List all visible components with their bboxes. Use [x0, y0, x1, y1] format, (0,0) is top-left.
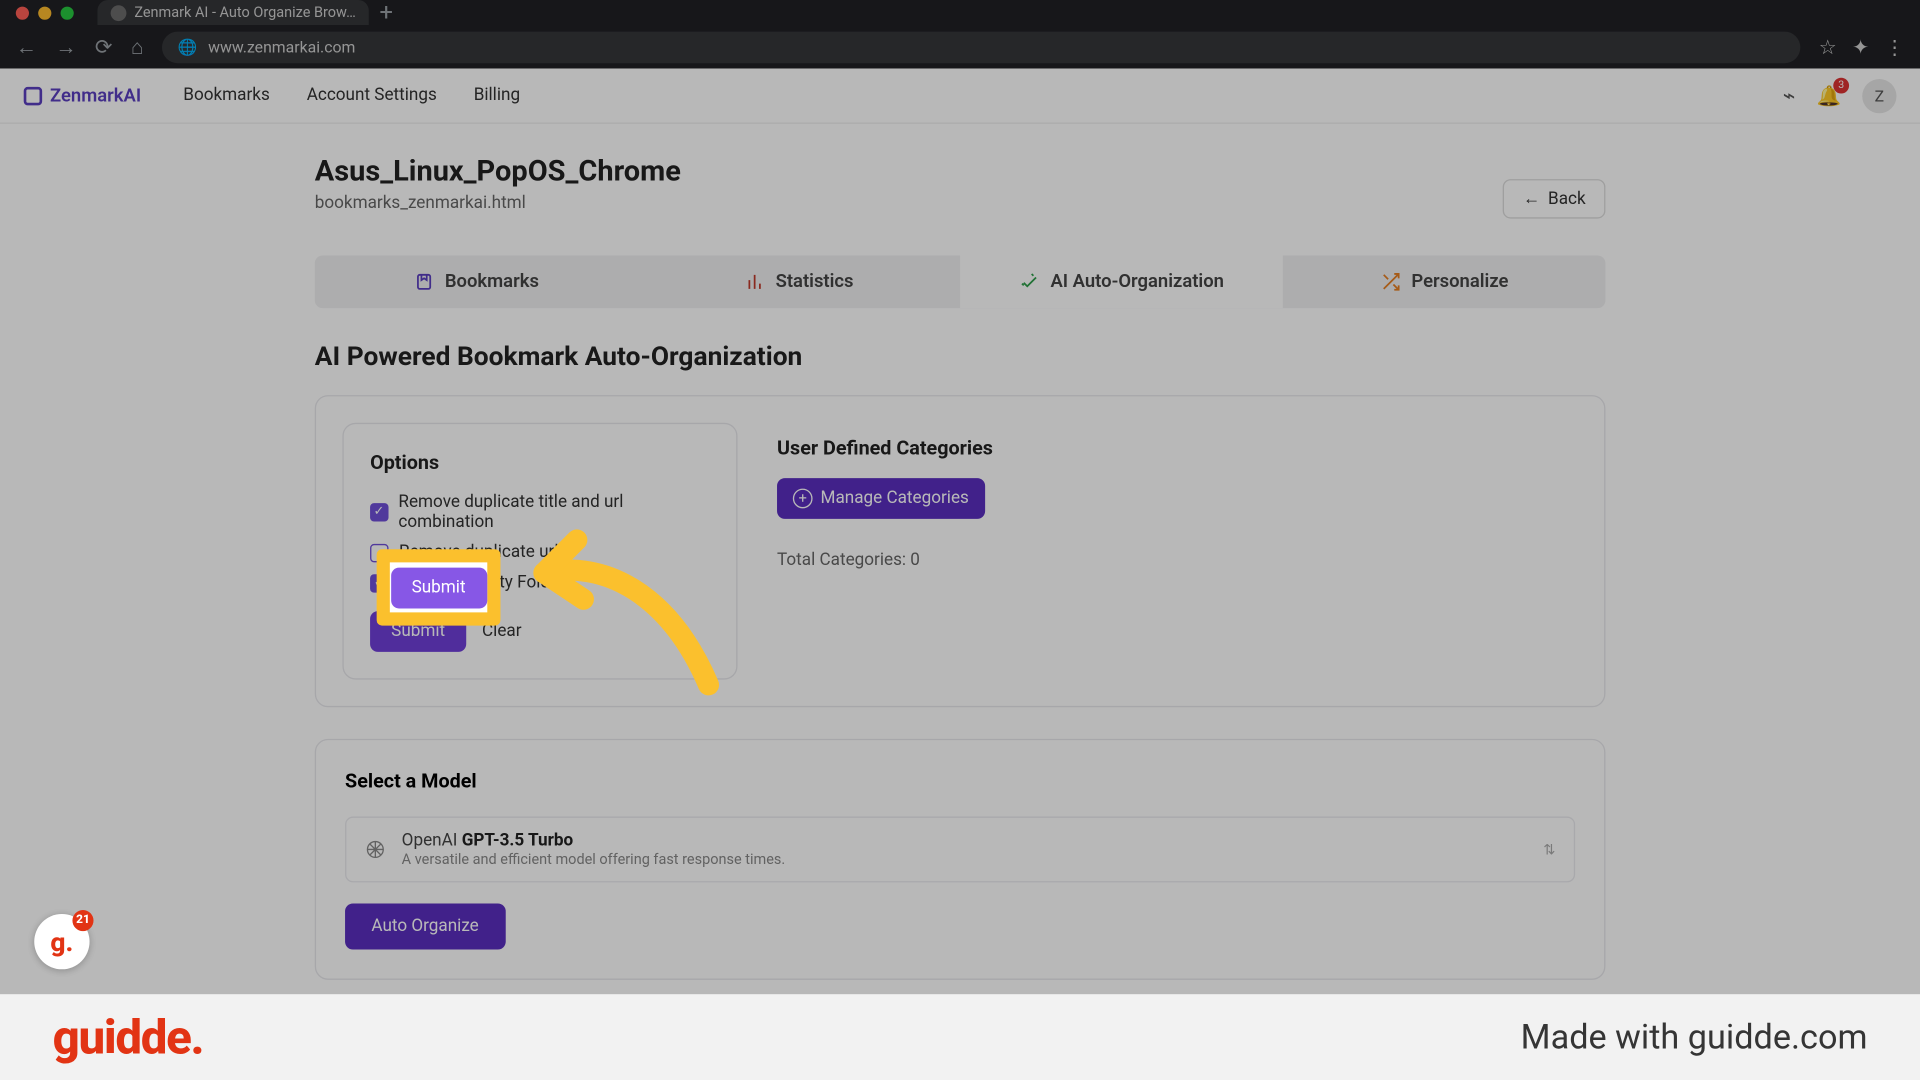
tab-statistics-label: Statistics — [776, 271, 854, 292]
sparkle-icon — [1019, 271, 1040, 292]
forward-icon[interactable]: → — [55, 34, 76, 60]
content-tabs: Bookmarks Statistics AI Auto-Organizatio… — [315, 255, 1606, 308]
guidde-g-icon: g. — [50, 926, 73, 958]
brand-mark-icon — [24, 86, 42, 104]
tab-ai-auto-organization[interactable]: AI Auto-Organization — [960, 255, 1283, 308]
model-heading: Select a Model — [345, 769, 1575, 793]
tab-ai-auto-label: AI Auto-Organization — [1050, 271, 1223, 292]
model-card: Select a Model OpenAI GPT-3.5 Turbo A ve… — [315, 739, 1606, 980]
guidde-footer: guidde. Made with guidde.com — [0, 994, 1920, 1080]
tutorial-arrow-icon — [511, 514, 722, 698]
brand-logo[interactable]: ZenmarkAI — [24, 85, 141, 106]
top-nav: Bookmarks Account Settings Billing — [183, 86, 520, 106]
tab-bookmarks-label: Bookmarks — [445, 271, 539, 292]
close-window-icon[interactable] — [16, 6, 29, 19]
browser-chrome: Zenmark AI - Auto Organize Brow… + ← → ⟳… — [0, 0, 1920, 68]
guidde-badge-count: 21 — [72, 910, 93, 931]
section-title: AI Powered Bookmark Auto-Organization — [315, 340, 1606, 372]
openai-icon — [365, 839, 386, 860]
total-categories-text: Total Categories: 0 — [777, 551, 1565, 571]
bookmark-star-icon[interactable]: ☆ — [1819, 35, 1837, 59]
back-button[interactable]: ← Back — [1503, 179, 1605, 219]
shuffle-icon — [1380, 271, 1401, 292]
tab-bookmarks[interactable]: Bookmarks — [315, 255, 638, 308]
guidde-logo: guidde. — [53, 1009, 204, 1064]
minimize-window-icon[interactable] — [38, 6, 51, 19]
home-icon[interactable]: ⌂ — [131, 34, 144, 60]
model-select[interactable]: OpenAI GPT-3.5 Turbo A versatile and eff… — [345, 817, 1575, 883]
back-icon[interactable]: ← — [16, 34, 37, 60]
url-text: www.zenmarkai.com — [208, 38, 355, 56]
manage-categories-label: Manage Categories — [820, 489, 968, 509]
bookmark-icon — [413, 271, 434, 292]
options-heading: Options — [370, 450, 710, 474]
new-tab-button[interactable]: + — [379, 0, 392, 26]
favicon-icon — [111, 5, 127, 21]
extensions-icon[interactable]: ✦ — [1852, 35, 1869, 59]
avatar[interactable]: Z — [1862, 78, 1896, 112]
brand-name: ZenmarkAI — [50, 85, 141, 106]
tab-strip: Zenmark AI - Auto Organize Brow… + — [0, 0, 1920, 25]
app-header: ZenmarkAI Bookmarks Account Settings Bil… — [0, 68, 1920, 123]
tab-statistics[interactable]: Statistics — [637, 255, 960, 308]
tab-personalize-label: Personalize — [1411, 271, 1508, 292]
arrow-left-icon: ← — [1523, 188, 1540, 209]
maximize-window-icon[interactable] — [61, 6, 74, 19]
tutorial-highlight: Submit — [377, 549, 501, 625]
tab-title: Zenmark AI - Auto Organize Brow… — [134, 4, 355, 21]
reload-icon[interactable]: ⟳ — [95, 34, 113, 59]
avatar-initial: Z — [1875, 86, 1884, 104]
page-title: Asus_Linux_PopOS_Chrome — [315, 155, 681, 188]
checkbox-icon[interactable] — [370, 503, 388, 521]
keys-icon[interactable]: ⌁ — [1783, 83, 1796, 108]
notification-badge: 3 — [1833, 77, 1849, 93]
chart-icon — [744, 271, 765, 292]
browser-toolbar: ← → ⟳ ⌂ 🌐 www.zenmarkai.com ☆ ✦ ⋮ — [0, 25, 1920, 68]
nav-billing[interactable]: Billing — [474, 86, 520, 106]
model-name: OpenAI GPT-3.5 Turbo — [402, 831, 785, 851]
manage-categories-button[interactable]: + Manage Categories — [777, 478, 985, 519]
menu-icon[interactable]: ⋮ — [1885, 35, 1905, 59]
browser-tab[interactable]: Zenmark AI - Auto Organize Brow… — [97, 0, 368, 25]
categories-card: User Defined Categories + Manage Categor… — [764, 423, 1578, 680]
notifications-icon[interactable]: 🔔 3 — [1817, 84, 1842, 108]
model-description: A versatile and efficient model offering… — [402, 851, 785, 868]
plus-circle-icon: + — [793, 489, 813, 509]
tab-personalize[interactable]: Personalize — [1283, 255, 1606, 308]
site-info-icon[interactable]: 🌐 — [178, 38, 198, 56]
submit-button-highlighted[interactable]: Submit — [390, 567, 486, 608]
guidde-badge[interactable]: g. 21 — [34, 914, 89, 969]
nav-account-settings[interactable]: Account Settings — [307, 86, 437, 106]
nav-bookmarks[interactable]: Bookmarks — [183, 86, 270, 106]
chevron-updown-icon: ⇅ — [1543, 841, 1555, 858]
categories-heading: User Defined Categories — [777, 436, 1565, 460]
made-with-text: Made with guidde.com — [1521, 1017, 1868, 1057]
page-body: Asus_Linux_PopOS_Chrome bookmarks_zenmar… — [0, 124, 1920, 980]
auto-organize-button[interactable]: Auto Organize — [345, 903, 505, 949]
page-subtitle: bookmarks_zenmarkai.html — [315, 194, 681, 214]
back-label: Back — [1548, 189, 1586, 209]
window-controls[interactable] — [16, 6, 74, 19]
address-bar[interactable]: 🌐 www.zenmarkai.com — [162, 31, 1800, 63]
